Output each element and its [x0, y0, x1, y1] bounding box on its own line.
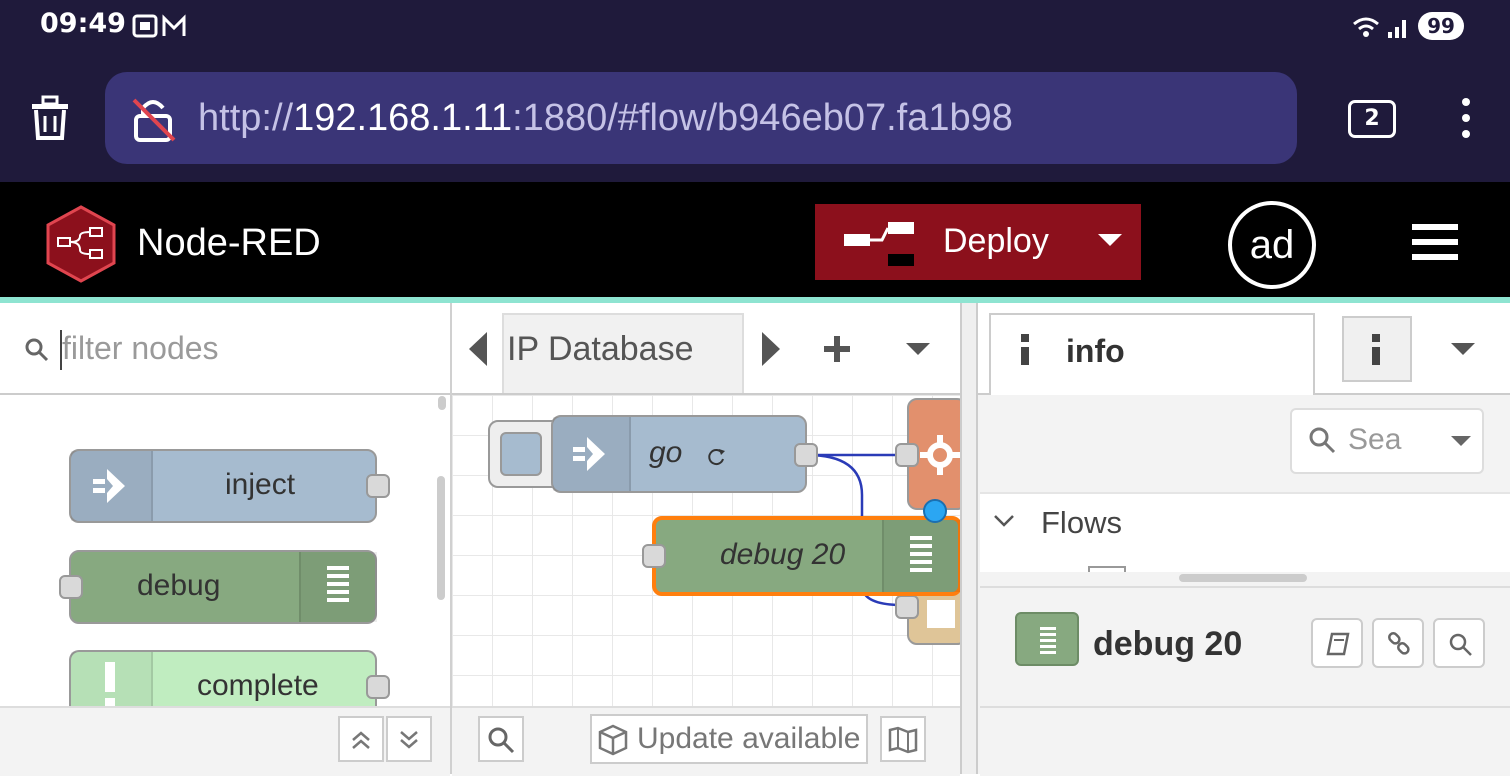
sidebar-footer	[980, 706, 1510, 776]
tab-switcher-button[interactable]: 2	[1348, 100, 1396, 138]
tab-label: IP Database	[507, 330, 694, 368]
node-red-logo-icon	[46, 205, 116, 283]
chevron-down-icon	[1451, 436, 1471, 446]
more-menu-icon[interactable]	[1456, 96, 1476, 142]
signal-icon	[1353, 17, 1406, 38]
tab-menu-dropdown-icon[interactable]	[906, 343, 930, 357]
expand-all-button[interactable]	[386, 716, 432, 762]
search-icon	[488, 727, 515, 754]
palette-node-inject[interactable]: inject	[69, 449, 377, 523]
output-port[interactable]	[366, 675, 390, 699]
sidebar-menu-dropdown-icon[interactable]	[1451, 343, 1475, 357]
insecure-lock-icon[interactable]	[130, 96, 178, 144]
sidebar-separator[interactable]	[960, 303, 978, 774]
clock: 09:49	[40, 8, 126, 39]
scroll-tabs-left-icon[interactable]	[467, 332, 489, 366]
user-avatar[interactable]: ad	[1228, 201, 1316, 289]
selected-node-name: debug 20	[1093, 625, 1243, 663]
url-host: 192.168.1.11	[293, 97, 513, 139]
input-port[interactable]	[895, 443, 919, 467]
tab-info-label: info	[1066, 333, 1125, 369]
link-icon	[1388, 632, 1410, 655]
update-available-label: Update available	[637, 722, 861, 755]
node-label: inject	[225, 468, 296, 501]
exec-icon	[927, 600, 955, 628]
node-label: debug 20	[720, 538, 846, 571]
list-icon	[327, 566, 349, 602]
changed-indicator	[923, 499, 947, 523]
node-label: complete	[197, 669, 319, 702]
collapse-all-button[interactable]	[338, 716, 384, 762]
deploy-dropdown-icon[interactable]	[1098, 234, 1122, 248]
sidebar-resize-handle[interactable]	[1179, 574, 1307, 582]
show-help-button[interactable]	[1311, 618, 1363, 668]
node-label: go	[649, 436, 683, 469]
map-icon	[888, 726, 918, 754]
palette-node-complete[interactable]: complete	[69, 650, 377, 710]
reveal-node-button[interactable]	[1433, 618, 1485, 668]
battery-indicator: 99	[1418, 12, 1464, 40]
gear-icon	[920, 435, 960, 475]
navigator-button[interactable]	[880, 716, 926, 762]
input-port[interactable]	[59, 575, 83, 599]
repeat-icon	[708, 449, 725, 466]
package-icon	[598, 724, 628, 756]
url-text[interactable]: http://192.168.1.11:1880/#flow/b946eb07.…	[198, 97, 1013, 140]
flows-label: Flows	[1041, 505, 1122, 540]
output-port[interactable]	[366, 474, 390, 498]
notification-icons	[132, 14, 186, 38]
info-icon	[1021, 334, 1029, 365]
debug-node-badge	[1015, 612, 1079, 666]
canvas-node-debug-20[interactable]: debug 20	[652, 516, 960, 596]
hamburger-menu-icon[interactable]	[1412, 222, 1458, 262]
output-port[interactable]	[794, 443, 818, 467]
search-flows-button[interactable]	[478, 716, 524, 762]
chevrons-down-icon	[400, 731, 418, 749]
add-flow-icon[interactable]	[822, 334, 852, 364]
arrow-in-icon	[573, 437, 605, 471]
url-scheme: http://	[198, 97, 294, 139]
arrow-in-icon	[93, 469, 125, 503]
node-label: debug	[137, 569, 221, 602]
input-port[interactable]	[642, 544, 666, 568]
palette-scroll-top[interactable]	[438, 396, 446, 410]
status-bar	[0, 0, 1510, 52]
input-port[interactable]	[895, 595, 919, 619]
tab-info[interactable]	[989, 313, 1315, 395]
canvas-node-go[interactable]: go	[551, 415, 807, 493]
book-icon	[1326, 632, 1350, 656]
filter-nodes-input[interactable]: filter nodes	[62, 330, 219, 367]
app-title: Node-RED	[137, 222, 321, 264]
url-path: :1880/#flow/b946eb07.fa1b98	[512, 97, 1013, 139]
list-icon	[910, 536, 932, 572]
info-icon	[1372, 334, 1380, 365]
palette-scrollbar[interactable]	[437, 476, 445, 600]
link-button[interactable]	[1372, 618, 1424, 668]
inject-button-square	[500, 432, 542, 476]
search-icon	[1449, 633, 1472, 656]
search-icon	[25, 338, 49, 362]
flow-item-icon	[1088, 566, 1126, 572]
chevrons-up-icon	[352, 731, 370, 749]
trash-icon[interactable]	[28, 94, 72, 142]
flow-canvas[interactable]: go debug 20	[452, 395, 960, 706]
list-icon	[1040, 627, 1056, 654]
chevron-down-icon[interactable]	[993, 514, 1015, 528]
palette-node-debug[interactable]: debug	[69, 550, 377, 624]
deploy-icon	[844, 222, 914, 266]
scroll-tabs-right-icon[interactable]	[760, 332, 782, 366]
exclamation-icon	[105, 662, 115, 708]
deploy-label: Deploy	[943, 222, 1049, 260]
search-icon	[1309, 427, 1336, 454]
sidebar-search-placeholder: Sea	[1348, 423, 1402, 456]
